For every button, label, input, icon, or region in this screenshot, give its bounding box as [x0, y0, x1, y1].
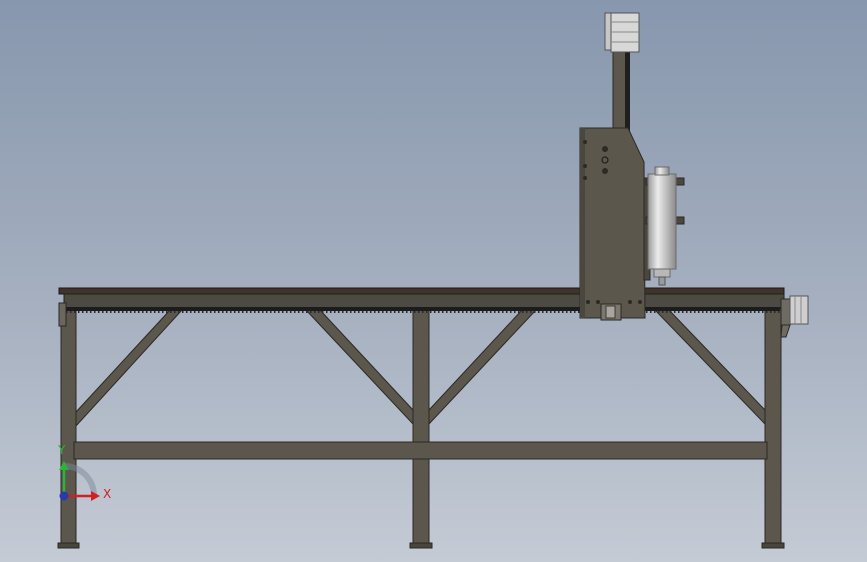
gantry-plate-edge	[580, 128, 585, 318]
triad-arc	[63, 463, 97, 497]
gantry-bolt-1	[602, 146, 608, 152]
frame-leg-right	[764, 308, 782, 546]
frame-brace-1	[75, 309, 184, 428]
gantry-bolt-10	[638, 300, 642, 304]
x-motor-mount	[780, 298, 791, 326]
frame-foot-left	[57, 542, 80, 549]
spindle-body	[647, 173, 677, 270]
frame-foot-middle	[409, 542, 433, 549]
frame-brace-3	[428, 309, 538, 426]
gantry-bolt-3	[602, 168, 608, 174]
gantry-bolt-5	[583, 164, 587, 168]
x-axis-motor	[780, 295, 809, 338]
triad-y-label: Y	[58, 443, 66, 457]
z-axis-rail	[625, 52, 630, 137]
gantry-bolt-8	[596, 300, 600, 304]
spindle-assembly	[643, 166, 685, 286]
frame-leg-middle	[412, 308, 430, 546]
gantry-side-plate	[579, 127, 646, 319]
gantry-bolt-7	[586, 300, 590, 304]
z-motor-coupler	[604, 12, 612, 51]
frame-foot-right	[761, 542, 785, 549]
spindle-nose	[653, 268, 671, 278]
frame-structure	[57, 308, 785, 549]
spindle-cap	[654, 166, 670, 176]
gantry-bolt-6	[583, 176, 587, 180]
triad-z-axis-dot	[59, 491, 69, 501]
cad-viewport[interactable]: Y X	[0, 0, 867, 562]
x-motor-bracket	[780, 324, 791, 338]
frame-brace-2	[304, 309, 414, 426]
gantry-bolt-9	[628, 300, 632, 304]
frame-cross-beam	[73, 441, 768, 460]
gear-rack	[66, 307, 780, 311]
table-top-rail	[63, 293, 785, 309]
x-motor-body	[789, 295, 809, 325]
gantry-pinion	[605, 305, 616, 319]
rail-end-cap-left	[58, 302, 67, 327]
z-axis-column	[612, 51, 628, 133]
coordinate-triad	[59, 461, 100, 501]
gantry-bolt-4	[583, 140, 587, 144]
frame-brace-4	[653, 309, 766, 426]
spindle-collet	[658, 276, 666, 286]
gantry	[579, 12, 646, 321]
triad-x-label: X	[103, 487, 112, 501]
table-top-plate	[58, 287, 785, 295]
cnc-router-side-view	[57, 12, 809, 549]
